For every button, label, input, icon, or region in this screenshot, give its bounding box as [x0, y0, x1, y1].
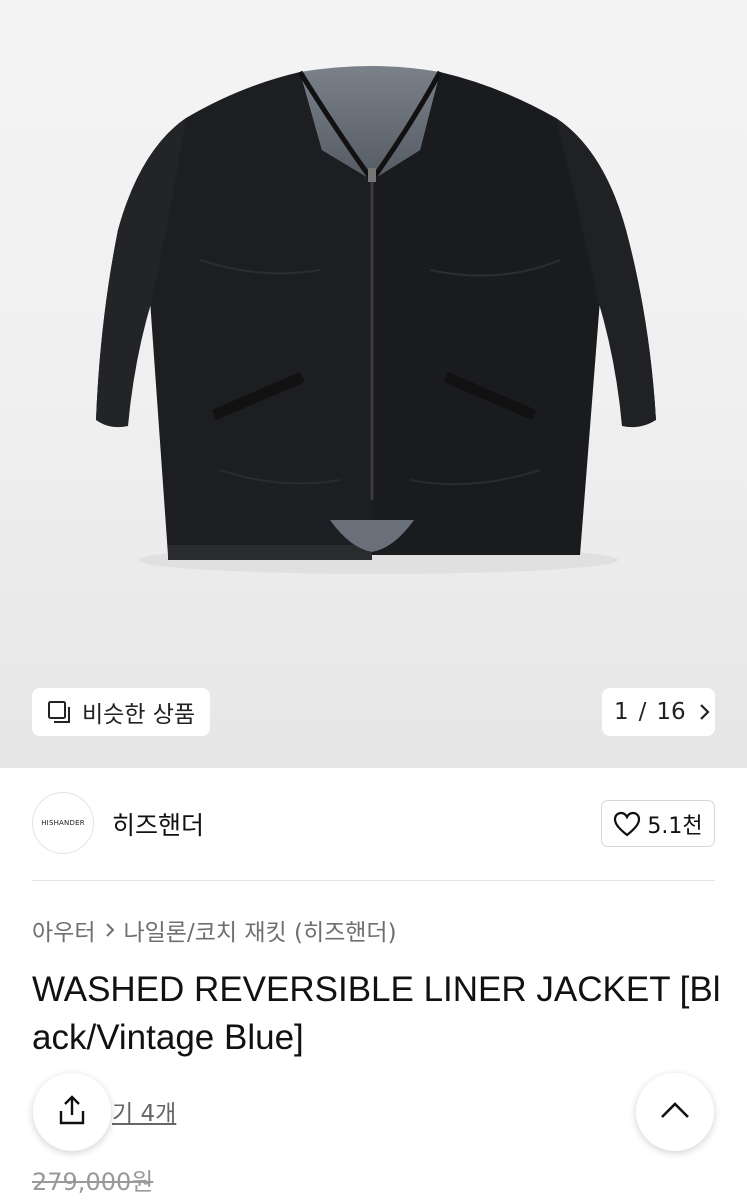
review-link[interactable]: 기 4개 — [112, 1094, 176, 1128]
heart-outline-icon — [613, 811, 641, 837]
chevron-right-icon — [698, 703, 710, 721]
brand-row: HISHANDER 히즈핸더 5.1천 — [32, 792, 715, 856]
brand-logo[interactable]: HISHANDER — [32, 792, 94, 854]
like-count: 5.1천 — [647, 813, 703, 839]
original-price: 279,000원 — [32, 1168, 154, 1196]
divider — [32, 880, 715, 881]
brand-logo-text: HISHANDER — [41, 819, 85, 827]
product-image — [96, 66, 656, 574]
page-current: 1 — [614, 699, 629, 725]
product-title: WASHED REVERSIBLE LINER JACKET [Black/Vi… — [32, 970, 721, 1057]
chevron-right-icon — [105, 922, 115, 938]
breadcrumb-subcategory[interactable]: 나일론/코치 재킷 (히즈핸더) — [123, 913, 396, 947]
breadcrumb-category[interactable]: 아우터 — [32, 913, 95, 947]
breadcrumb: 아우터 나일론/코치 재킷 (히즈핸더) — [32, 914, 397, 946]
share-icon — [55, 1093, 89, 1131]
share-button[interactable] — [33, 1073, 111, 1151]
similar-products-button[interactable]: 비슷한 상품 — [32, 688, 210, 736]
brand-name[interactable]: 히즈핸더 — [112, 806, 204, 842]
page-total: 16 — [656, 699, 686, 725]
product-image-carousel[interactable]: 비슷한 상품 1 / 16 — [0, 0, 747, 768]
scroll-top-button[interactable] — [636, 1073, 714, 1151]
like-button[interactable]: 5.1천 — [601, 800, 715, 847]
page-separator: / — [638, 699, 647, 725]
image-pager[interactable]: 1 / 16 — [602, 688, 715, 736]
stacked-squares-icon — [46, 698, 74, 726]
chevron-up-icon — [659, 1100, 691, 1124]
similar-products-label: 비슷한 상품 — [82, 702, 196, 728]
